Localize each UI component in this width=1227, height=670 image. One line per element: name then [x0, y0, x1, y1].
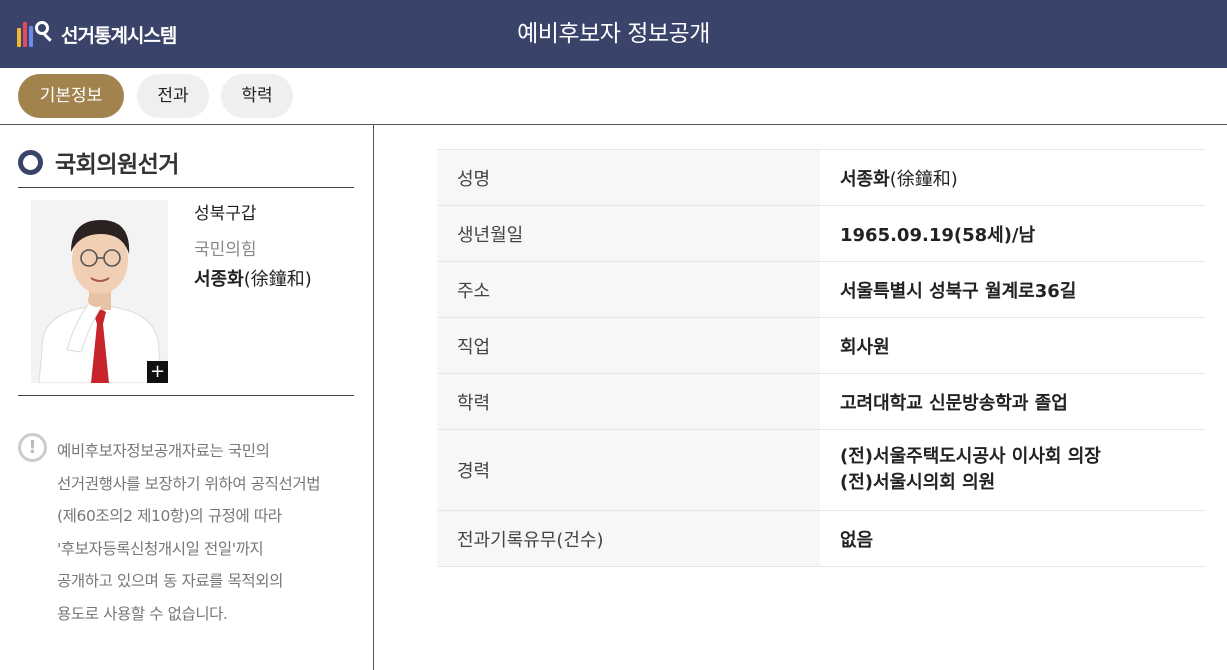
- tab-education[interactable]: 학력: [221, 74, 293, 118]
- notice-line: 용도로 사용할 수 없습니다.: [57, 604, 228, 623]
- section-divider: [18, 187, 354, 188]
- candidate-name-korean: 서종화: [194, 269, 244, 290]
- row-label-address: 주소: [437, 261, 820, 318]
- election-title: 국회의원선거: [55, 152, 179, 178]
- table-row: 직업 회사원: [437, 317, 1205, 374]
- row-label-career: 경력: [437, 429, 820, 511]
- tab-bar: 기본정보 전과 학력: [0, 68, 1227, 124]
- section-divider-bottom: [18, 395, 354, 396]
- panel-divider: [373, 125, 374, 670]
- notice-line: (제60조의2 제10항)의 규정에 따라: [57, 507, 282, 525]
- disclosure-notice: 예비후보자정보공개자료는 국민의 선거권행사를 보장하기 위하여 공직선거법 (…: [57, 435, 362, 630]
- page-title: 예비후보자 정보공개: [517, 21, 710, 47]
- row-label-criminal: 전과기록유무(건수): [437, 510, 820, 567]
- name-korean: 서종화: [840, 168, 890, 190]
- table-row: 전과기록유무(건수) 없음: [437, 510, 1205, 567]
- exclamation-icon: !: [18, 433, 47, 462]
- candidate-name: 서종화(徐鐘和): [194, 265, 312, 291]
- row-label-job: 직업: [437, 317, 820, 374]
- notice-line: 공개하고 있으며 동 자료를 목적외의: [57, 572, 284, 590]
- notice-line: 예비후보자정보공개자료는 국민의: [57, 442, 270, 460]
- table-row: 학력 고려대학교 신문방송학과 졸업: [437, 373, 1205, 430]
- ring-icon: [18, 149, 43, 175]
- notice-line: 선거권행사를 보장하기 위하여 공직선거법: [57, 474, 321, 493]
- row-value-job: 회사원: [840, 336, 890, 358]
- table-row: 주소 서울특별시 성북구 월계로36길: [437, 261, 1205, 318]
- candidate-photo: [31, 200, 168, 383]
- tab-basic-info[interactable]: 기본정보: [18, 74, 124, 118]
- name-hanja: (徐鐘和): [889, 168, 958, 190]
- row-value-birth: 1965.09.19(58세)/남: [840, 224, 1036, 246]
- career-line: (전)서울시의회 의원: [840, 472, 996, 493]
- candidate-name-hanja: (徐鐘和): [243, 269, 312, 290]
- candidate-party: 국민의힘: [194, 240, 257, 260]
- enlarge-photo-button[interactable]: +: [147, 361, 168, 383]
- row-value-criminal: 없음: [840, 529, 874, 551]
- table-row: 성명 서종화(徐鐘和): [437, 149, 1205, 206]
- election-heading: 국회의원선거: [18, 147, 179, 178]
- tab-criminal-record[interactable]: 전과: [137, 74, 209, 118]
- row-value-education: 고려대학교 신문방송학과 졸업: [840, 392, 1068, 414]
- row-label-birth: 생년월일: [437, 205, 820, 262]
- notice-line: '후보자등록신청개시일 전일'까지: [57, 539, 264, 558]
- career-line: (전)서울주택도시공사 이사회 의장: [840, 446, 1101, 467]
- table-row: 경력 (전)서울주택도시공사 이사회 의장 (전)서울시의회 의원: [437, 429, 1205, 511]
- table-row: 생년월일 1965.09.19(58세)/남: [437, 205, 1205, 262]
- row-value-address: 서울특별시 성북구 월계로36길: [840, 280, 1077, 302]
- row-label-name: 성명: [437, 149, 820, 206]
- row-value-name: 서종화(徐鐘和): [820, 150, 1205, 206]
- row-value-career: (전)서울주택도시공사 이사회 의장 (전)서울시의회 의원: [820, 430, 1205, 511]
- header-bar: 선거통계시스템 예비후보자 정보공개: [0, 0, 1227, 68]
- row-label-education: 학력: [437, 373, 820, 430]
- candidate-panel: 국회의원선거 + 성북구갑 국민의힘 서종화(徐鐘和) ! 예비후보자정보공개자…: [0, 125, 373, 670]
- candidate-district: 성북구갑: [194, 204, 257, 224]
- candidate-info-table: 성명 서종화(徐鐘和) 생년월일 1965.09.19(58세)/남 주소 서울…: [437, 149, 1205, 567]
